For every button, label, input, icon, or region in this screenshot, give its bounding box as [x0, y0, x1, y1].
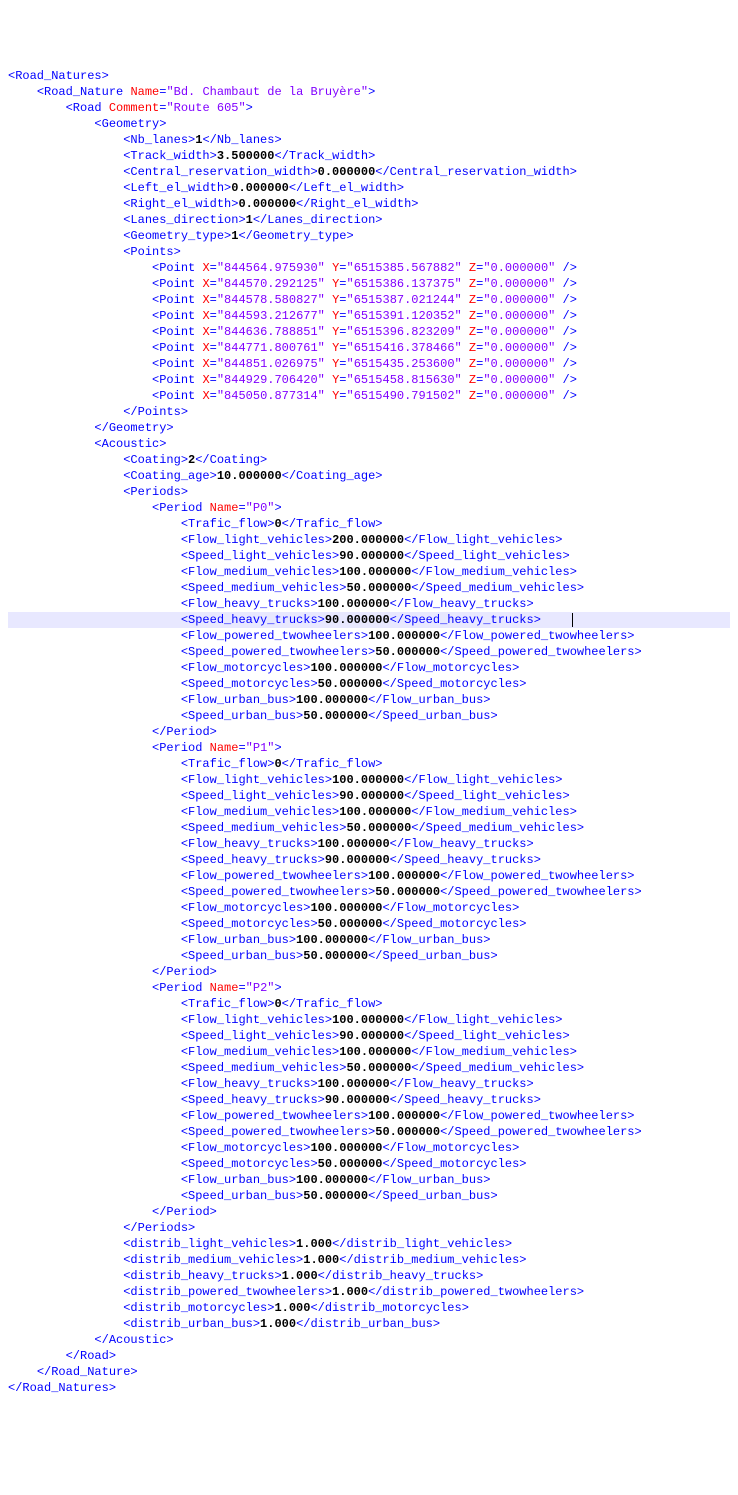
code-line[interactable]: <Acoustic>: [8, 436, 730, 452]
code-line[interactable]: <Trafic_flow>0</Trafic_flow>: [8, 756, 730, 772]
code-line[interactable]: <Point X="844564.975930" Y="6515385.5678…: [8, 260, 730, 276]
code-line[interactable]: <Speed_powered_twowheelers>50.000000</Sp…: [8, 884, 730, 900]
code-line[interactable]: <Flow_powered_twowheelers>100.000000</Fl…: [8, 868, 730, 884]
code-line[interactable]: </Periods>: [8, 1220, 730, 1236]
code-line[interactable]: <Speed_urban_bus>50.000000</Speed_urban_…: [8, 948, 730, 964]
code-line[interactable]: <Speed_light_vehicles>90.000000</Speed_l…: [8, 1028, 730, 1044]
code-line[interactable]: <Point X="845050.877314" Y="6515490.7915…: [8, 388, 730, 404]
code-line[interactable]: <Road Comment="Route 605">: [8, 100, 730, 116]
code-line[interactable]: <Point X="844929.706420" Y="6515458.8156…: [8, 372, 730, 388]
code-line[interactable]: <distrib_motorcycles>1.000</distrib_moto…: [8, 1300, 730, 1316]
code-line[interactable]: <Flow_urban_bus>100.000000</Flow_urban_b…: [8, 932, 730, 948]
code-line[interactable]: <Speed_urban_bus>50.000000</Speed_urban_…: [8, 708, 730, 724]
code-line[interactable]: </Road_Nature>: [8, 1364, 730, 1380]
code-line[interactable]: <Period Name="P0">: [8, 500, 730, 516]
code-line[interactable]: <Speed_medium_vehicles>50.000000</Speed_…: [8, 820, 730, 836]
code-line[interactable]: <distrib_medium_vehicles>1.000</distrib_…: [8, 1252, 730, 1268]
code-line[interactable]: <Flow_motorcycles>100.000000</Flow_motor…: [8, 900, 730, 916]
code-line[interactable]: </Period>: [8, 964, 730, 980]
code-line[interactable]: <Flow_urban_bus>100.000000</Flow_urban_b…: [8, 692, 730, 708]
code-line[interactable]: <Flow_powered_twowheelers>100.000000</Fl…: [8, 1108, 730, 1124]
code-line[interactable]: <Left_el_width>0.000000</Left_el_width>: [8, 180, 730, 196]
code-line[interactable]: <Speed_light_vehicles>90.000000</Speed_l…: [8, 548, 730, 564]
code-line[interactable]: </Points>: [8, 404, 730, 420]
code-line[interactable]: <Flow_medium_vehicles>100.000000</Flow_m…: [8, 804, 730, 820]
code-line[interactable]: </Road>: [8, 1348, 730, 1364]
code-line[interactable]: <Coating_age>10.000000</Coating_age>: [8, 468, 730, 484]
code-line[interactable]: <Periods>: [8, 484, 730, 500]
code-line[interactable]: <Road_Natures>: [8, 68, 730, 84]
code-line[interactable]: <Lanes_direction>1</Lanes_direction>: [8, 212, 730, 228]
code-line[interactable]: <Point X="844578.580827" Y="6515387.0212…: [8, 292, 730, 308]
code-line[interactable]: <Point X="844771.800761" Y="6515416.3784…: [8, 340, 730, 356]
code-line[interactable]: <Speed_powered_twowheelers>50.000000</Sp…: [8, 644, 730, 660]
code-line[interactable]: <Flow_light_vehicles>100.000000</Flow_li…: [8, 772, 730, 788]
code-line[interactable]: <Speed_heavy_trucks>90.000000</Speed_hea…: [8, 1092, 730, 1108]
code-line[interactable]: </Period>: [8, 724, 730, 740]
code-line[interactable]: <Flow_heavy_trucks>100.000000</Flow_heav…: [8, 1076, 730, 1092]
code-line[interactable]: <Speed_heavy_trucks>90.000000</Speed_hea…: [8, 612, 730, 628]
code-line[interactable]: <Speed_medium_vehicles>50.000000</Speed_…: [8, 1060, 730, 1076]
code-line[interactable]: <Speed_light_vehicles>90.000000</Speed_l…: [8, 788, 730, 804]
code-line[interactable]: </Period>: [8, 1204, 730, 1220]
code-line[interactable]: <Flow_motorcycles>100.000000</Flow_motor…: [8, 660, 730, 676]
code-line[interactable]: <distrib_light_vehicles>1.000</distrib_l…: [8, 1236, 730, 1252]
code-line[interactable]: <Track_width>3.500000</Track_width>: [8, 148, 730, 164]
code-line[interactable]: <Point X="844593.212677" Y="6515391.1203…: [8, 308, 730, 324]
code-line[interactable]: <Flow_urban_bus>100.000000</Flow_urban_b…: [8, 1172, 730, 1188]
code-line[interactable]: <Point X="844570.292125" Y="6515386.1373…: [8, 276, 730, 292]
code-line[interactable]: <Speed_medium_vehicles>50.000000</Speed_…: [8, 580, 730, 596]
code-line[interactable]: <Flow_light_vehicles>200.000000</Flow_li…: [8, 532, 730, 548]
code-line[interactable]: <Point X="844636.788851" Y="6515396.8232…: [8, 324, 730, 340]
xml-code-view[interactable]: <Road_Natures> <Road_Nature Name="Bd. Ch…: [8, 68, 730, 1396]
code-line[interactable]: <Speed_motorcycles>50.000000</Speed_moto…: [8, 916, 730, 932]
code-line[interactable]: <Nb_lanes>1</Nb_lanes>: [8, 132, 730, 148]
code-line[interactable]: <distrib_urban_bus>1.000</distrib_urban_…: [8, 1316, 730, 1332]
code-line[interactable]: <Speed_motorcycles>50.000000</Speed_moto…: [8, 1156, 730, 1172]
code-line[interactable]: <Period Name="P1">: [8, 740, 730, 756]
code-line[interactable]: <Point X="844851.026975" Y="6515435.2536…: [8, 356, 730, 372]
code-line[interactable]: <Period Name="P2">: [8, 980, 730, 996]
code-line[interactable]: <distrib_powered_twowheelers>1.000</dist…: [8, 1284, 730, 1300]
code-line[interactable]: <Flow_heavy_trucks>100.000000</Flow_heav…: [8, 836, 730, 852]
code-line[interactable]: </Geometry>: [8, 420, 730, 436]
code-line[interactable]: <Trafic_flow>0</Trafic_flow>: [8, 516, 730, 532]
code-line[interactable]: <Speed_powered_twowheelers>50.000000</Sp…: [8, 1124, 730, 1140]
code-line[interactable]: <Right_el_width>0.000000</Right_el_width…: [8, 196, 730, 212]
code-line[interactable]: <Trafic_flow>0</Trafic_flow>: [8, 996, 730, 1012]
code-line[interactable]: <Speed_urban_bus>50.000000</Speed_urban_…: [8, 1188, 730, 1204]
code-line[interactable]: <distrib_heavy_trucks>1.000</distrib_hea…: [8, 1268, 730, 1284]
code-line[interactable]: <Flow_powered_twowheelers>100.000000</Fl…: [8, 628, 730, 644]
code-line[interactable]: <Central_reservation_width>0.000000</Cen…: [8, 164, 730, 180]
code-line[interactable]: <Flow_heavy_trucks>100.000000</Flow_heav…: [8, 596, 730, 612]
code-line[interactable]: </Road_Natures>: [8, 1380, 730, 1396]
code-line[interactable]: <Flow_motorcycles>100.000000</Flow_motor…: [8, 1140, 730, 1156]
code-line[interactable]: <Points>: [8, 244, 730, 260]
code-line[interactable]: </Acoustic>: [8, 1332, 730, 1348]
code-line[interactable]: <Road_Nature Name="Bd. Chambaut de la Br…: [8, 84, 730, 100]
code-line[interactable]: <Flow_medium_vehicles>100.000000</Flow_m…: [8, 564, 730, 580]
code-line[interactable]: <Flow_light_vehicles>100.000000</Flow_li…: [8, 1012, 730, 1028]
code-line[interactable]: <Speed_heavy_trucks>90.000000</Speed_hea…: [8, 852, 730, 868]
code-line[interactable]: <Flow_medium_vehicles>100.000000</Flow_m…: [8, 1044, 730, 1060]
code-line[interactable]: <Geometry_type>1</Geometry_type>: [8, 228, 730, 244]
code-line[interactable]: <Coating>2</Coating>: [8, 452, 730, 468]
code-line[interactable]: <Geometry>: [8, 116, 730, 132]
code-line[interactable]: <Speed_motorcycles>50.000000</Speed_moto…: [8, 676, 730, 692]
